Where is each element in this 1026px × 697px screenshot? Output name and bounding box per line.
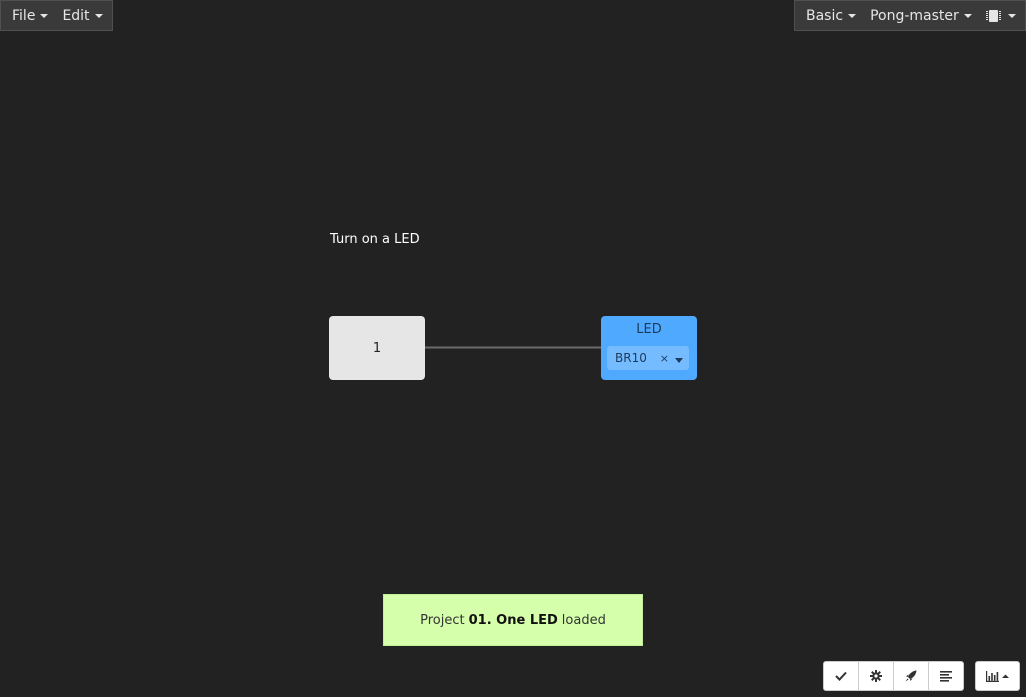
- notification-toast: Project 01. One LED loaded: [383, 594, 643, 646]
- constant-block[interactable]: 1: [329, 316, 425, 380]
- notice-project-name: 01. One LED: [468, 612, 558, 628]
- constant-value: 1: [372, 340, 382, 356]
- align-left-icon: [940, 670, 952, 682]
- notice-suffix: loaded: [561, 612, 606, 628]
- notice-prefix: Project: [420, 612, 465, 628]
- upload-button[interactable]: [893, 661, 929, 691]
- led-block[interactable]: LED BR10 ×: [601, 316, 697, 380]
- check-icon: [835, 671, 847, 681]
- bottom-toolbar: [823, 661, 1020, 691]
- clear-icon[interactable]: ×: [660, 352, 669, 365]
- verify-button[interactable]: [823, 661, 859, 691]
- statistics-button[interactable]: [975, 661, 1020, 691]
- caret-down-icon[interactable]: [675, 357, 683, 363]
- pin-select-value: BR10: [615, 351, 647, 365]
- rocket-icon: [905, 670, 917, 682]
- serial-monitor-button[interactable]: [928, 661, 964, 691]
- settings-button[interactable]: [858, 661, 894, 691]
- bar-chart-icon: [985, 670, 1009, 682]
- gear-icon: [870, 670, 882, 682]
- pin-select[interactable]: BR10 ×: [607, 346, 689, 370]
- led-block-label: LED: [636, 322, 662, 337]
- connection-wire[interactable]: [0, 0, 1026, 697]
